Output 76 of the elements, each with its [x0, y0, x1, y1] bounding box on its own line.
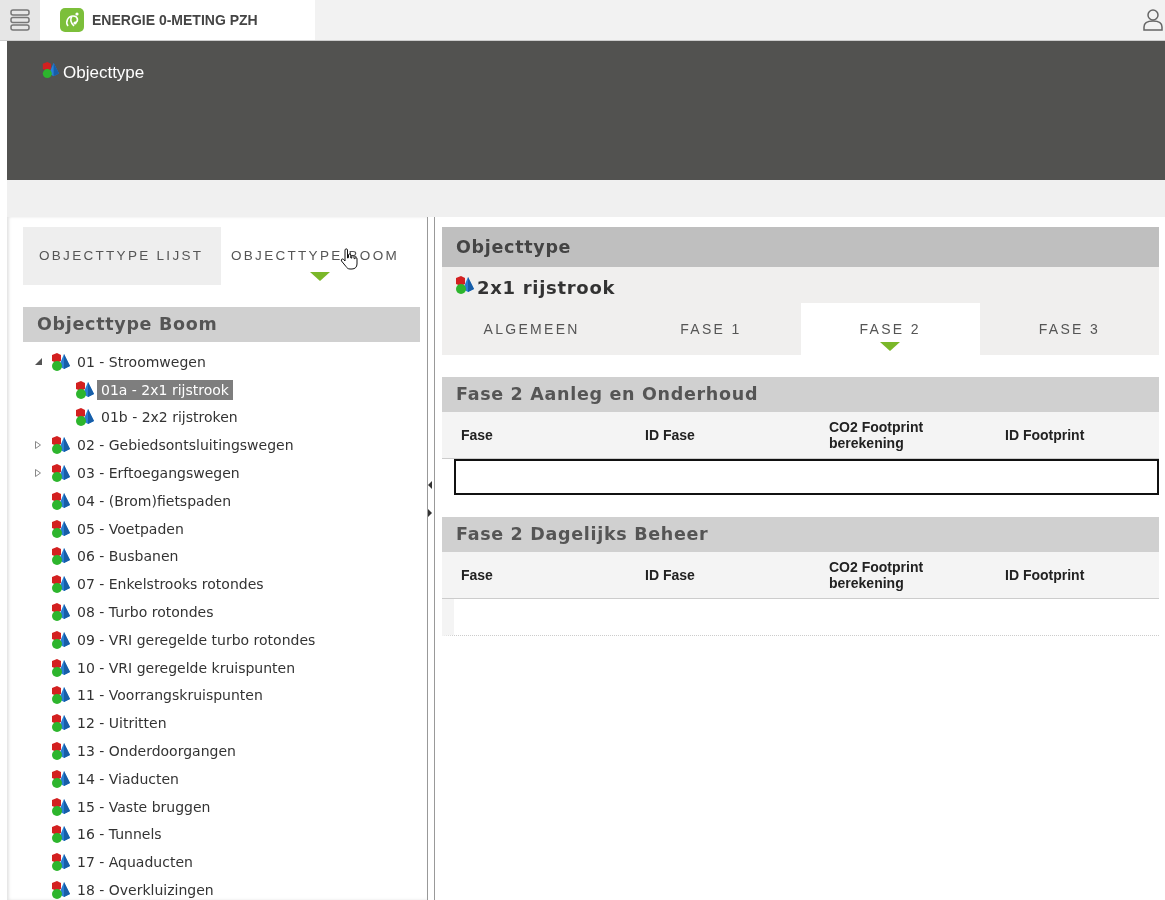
tree-item[interactable]: 16 - Tunnels: [73, 824, 166, 845]
object-shapes-icon: [50, 768, 70, 789]
tab[interactable]: OBJECTTYPE LIJST: [23, 227, 221, 285]
tree-item[interactable]: 05 - Voetpaden: [73, 518, 188, 539]
app-title: ENERGIE 0-METING PZH: [92, 12, 258, 28]
column-header: ID Fase: [645, 567, 696, 583]
collapsed-arrow-icon[interactable]: [35, 469, 41, 478]
expand-right-icon[interactable]: [428, 508, 432, 517]
object-shapes-icon: [50, 852, 70, 873]
column-header: ID Footprint: [1005, 427, 1086, 443]
tree-item[interactable]: 18 - Overkluizingen: [73, 880, 218, 900]
object-shapes-icon: [50, 713, 70, 734]
tree-item[interactable]: 12 - Uitritten: [73, 713, 171, 734]
tree-item[interactable]: 06 - Busbanen: [73, 546, 183, 567]
tab[interactable]: ALGEMEEN: [442, 303, 622, 355]
object-shapes-icon: [50, 435, 70, 456]
object-shapes-icon: [50, 463, 70, 484]
detail-header: Objecttype: [442, 227, 1159, 267]
object-shapes-icon: [50, 574, 70, 595]
menu-icon: [9, 8, 31, 32]
object-shapes-icon: [50, 490, 70, 511]
tree-item[interactable]: 17 - Aquaducten: [73, 852, 197, 873]
tree-item[interactable]: 08 - Turbo rotondes: [73, 602, 218, 623]
collapsed-arrow-icon[interactable]: [35, 441, 41, 450]
column-header: ID Fase: [645, 427, 696, 443]
tree-item[interactable]: 14 - Viaducten: [73, 768, 183, 789]
empty-table-row[interactable]: [454, 459, 1159, 495]
tree-item[interactable]: 07 - Enkelstrooks rotondes: [73, 574, 268, 595]
column-header: Fase: [461, 427, 494, 443]
column-header: CO2 Footprint berekening: [829, 559, 925, 591]
tree-item[interactable]: 04 - (Brom)fietspaden: [73, 490, 235, 511]
expanded-arrow-icon[interactable]: [35, 358, 42, 366]
tree-item[interactable]: 10 - VRI geregelde kruispunten: [73, 657, 300, 678]
tree-item[interactable]: 01 - Stroomwegen: [73, 351, 210, 372]
page-title: Objecttype: [63, 62, 145, 83]
object-shapes-icon: [74, 407, 94, 428]
tab[interactable]: FASE 3: [979, 303, 1159, 355]
column-header: Fase: [461, 567, 494, 583]
object-shapes-icon: [50, 685, 70, 706]
tree-item[interactable]: 09 - VRI geregelde turbo rotondes: [73, 629, 320, 650]
column-header: ID Footprint: [1005, 567, 1086, 583]
tab[interactable]: FASE 1: [621, 303, 801, 355]
collapse-left-icon[interactable]: [428, 480, 432, 489]
tab[interactable]: FASE 2: [800, 303, 980, 355]
object-shapes-icon: [50, 657, 70, 678]
splitter-handle[interactable]: [427, 217, 435, 900]
object-shapes-icon: [50, 880, 70, 900]
object-shapes-icon: [50, 629, 70, 650]
object-shapes-icon: [50, 602, 70, 623]
object-shapes-icon: [454, 275, 474, 295]
selected-tab-marker-icon: [880, 342, 901, 351]
tree-item[interactable]: 02 - Gebiedsontsluitingswegen: [73, 435, 298, 456]
selected-tab-marker-icon: [310, 272, 330, 281]
tree-header: Objecttype Boom: [23, 307, 420, 342]
tree-item[interactable]: 15 - Vaste bruggen: [73, 796, 215, 817]
column-header: CO2 Footprint berekening: [829, 419, 925, 451]
object-shapes-icon: [50, 546, 70, 567]
tree-item[interactable]: 03 - Erftoegangswegen: [73, 463, 244, 484]
menu-button[interactable]: [0, 0, 40, 40]
tree-item[interactable]: 01a - 2x1 rijstrook: [97, 379, 233, 400]
object-shapes-icon: [74, 379, 94, 400]
object-shapes-icon: [50, 824, 70, 845]
app-logo-icon: [60, 8, 84, 32]
tree-item[interactable]: 01b - 2x2 rijstroken: [97, 407, 242, 428]
object-shapes-icon: [50, 741, 70, 762]
object-shapes-icon: [50, 518, 70, 539]
object-shapes-icon: [50, 796, 70, 817]
object-name: 2x1 rijstrook: [477, 276, 616, 298]
user-icon[interactable]: [1143, 8, 1163, 32]
object-shapes-icon: [50, 351, 70, 372]
app-tab[interactable]: ENERGIE 0-METING PZH: [40, 0, 315, 40]
tree-item[interactable]: 11 - Voorrangskruispunten: [73, 685, 267, 706]
tree-item[interactable]: 13 - Onderdoorgangen: [73, 741, 240, 762]
table-header: Fase 2 Aanleg en Onderhoud: [442, 377, 1159, 412]
object-shapes-icon: [41, 61, 59, 79]
table-header: Fase 2 Dagelijks Beheer: [442, 517, 1159, 552]
